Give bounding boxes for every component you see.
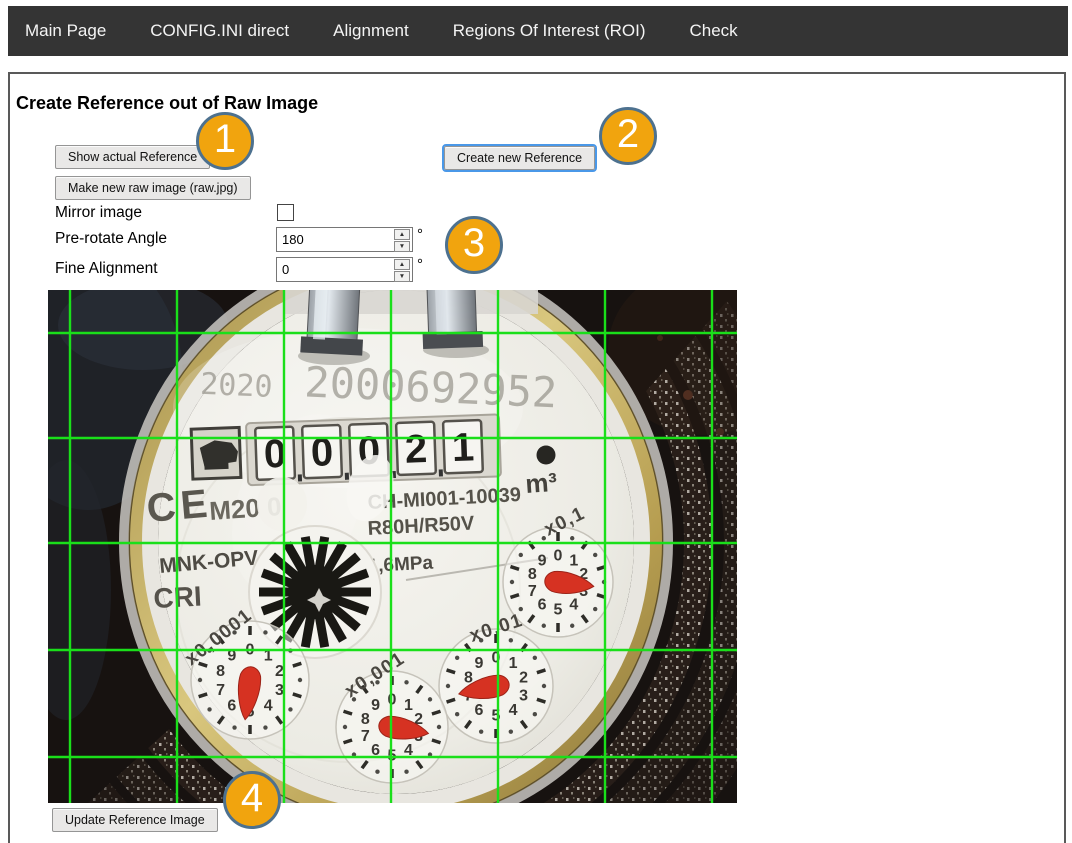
svg-text:3: 3 bbox=[275, 682, 284, 699]
nav-item-main-page[interactable]: Main Page bbox=[25, 21, 106, 41]
svg-text:1: 1 bbox=[509, 655, 518, 672]
svg-text:7: 7 bbox=[216, 682, 225, 699]
nav-item-alignment[interactable]: Alignment bbox=[333, 21, 409, 41]
fine-alignment-value: 0 bbox=[282, 262, 289, 277]
fine-alignment-degree-symbol: ° bbox=[417, 256, 423, 273]
svg-text:8: 8 bbox=[216, 663, 225, 680]
odometer-digit: 1 bbox=[451, 425, 475, 470]
callout-4: 4 bbox=[223, 771, 281, 829]
unit-label: m³ bbox=[524, 467, 558, 499]
prerotate-angle-label: Pre-rotate Angle bbox=[55, 230, 167, 248]
svg-text:2: 2 bbox=[275, 663, 284, 680]
spin-down-icon[interactable]: ▼ bbox=[394, 271, 410, 282]
water-meter-photo: 2020 2000692952 0 0 0 2 1 m³ CE M20 0 bbox=[48, 290, 737, 803]
svg-text:5: 5 bbox=[554, 602, 563, 619]
callout-2: 2 bbox=[599, 107, 657, 165]
callout-1: 1 bbox=[196, 112, 254, 170]
svg-text:7: 7 bbox=[361, 728, 370, 745]
spin-up-icon[interactable]: ▲ bbox=[394, 259, 410, 270]
prerotate-spinner: ▲ ▼ bbox=[394, 229, 410, 250]
spin-up-icon[interactable]: ▲ bbox=[394, 229, 410, 240]
svg-text:6: 6 bbox=[538, 596, 547, 613]
reference-image: 2020 2000692952 0 0 0 2 1 m³ CE M20 0 bbox=[48, 290, 737, 803]
svg-text:7: 7 bbox=[528, 583, 537, 600]
mirror-image-label: Mirror image bbox=[55, 204, 142, 222]
fine-alignment-spinner: ▲ ▼ bbox=[394, 259, 410, 280]
prerotate-angle-value: 180 bbox=[282, 232, 304, 247]
svg-text:1: 1 bbox=[569, 553, 578, 570]
svg-text:2020: 2020 bbox=[200, 367, 274, 405]
tap-icon bbox=[191, 427, 241, 479]
svg-text:1: 1 bbox=[404, 697, 413, 714]
update-reference-image-button[interactable]: Update Reference Image bbox=[52, 808, 218, 832]
svg-text:9: 9 bbox=[371, 697, 380, 714]
create-new-reference-button[interactable]: Create new Reference bbox=[444, 146, 595, 170]
nav-item-config-ini[interactable]: CONFIG.INI direct bbox=[150, 21, 289, 41]
svg-text:6: 6 bbox=[475, 702, 484, 719]
svg-text:9: 9 bbox=[538, 553, 547, 570]
svg-text:8: 8 bbox=[361, 711, 370, 728]
show-actual-reference-button[interactable]: Show actual Reference bbox=[55, 145, 210, 169]
svg-text:8: 8 bbox=[528, 566, 537, 583]
prerotate-degree-symbol: ° bbox=[417, 226, 423, 243]
make-new-raw-image-button[interactable]: Make new raw image (raw.jpg) bbox=[55, 176, 251, 200]
odometer-digit: 2 bbox=[404, 427, 428, 472]
prerotate-angle-input[interactable]: 180 ▲ ▼ bbox=[276, 227, 413, 252]
svg-text:4: 4 bbox=[569, 596, 578, 613]
svg-text:2: 2 bbox=[519, 670, 528, 687]
fine-alignment-input[interactable]: 0 ▲ ▼ bbox=[276, 257, 413, 282]
nav-item-check[interactable]: Check bbox=[689, 21, 737, 41]
mirror-image-checkbox[interactable] bbox=[277, 204, 294, 221]
callout-3: 3 bbox=[445, 216, 503, 274]
top-navbar: Main Page CONFIG.INI direct Alignment Re… bbox=[8, 6, 1068, 56]
svg-text:6: 6 bbox=[227, 698, 236, 715]
fine-alignment-label: Fine Alignment bbox=[55, 260, 158, 278]
pulse-dot bbox=[537, 446, 556, 465]
svg-text:3: 3 bbox=[519, 687, 528, 704]
svg-text:CE: CE bbox=[145, 481, 214, 531]
svg-text:4: 4 bbox=[264, 698, 273, 715]
svg-text:9: 9 bbox=[475, 655, 484, 672]
spin-down-icon[interactable]: ▼ bbox=[394, 241, 410, 252]
svg-text:4: 4 bbox=[509, 702, 518, 719]
svg-text:0: 0 bbox=[554, 548, 563, 565]
page-title: Create Reference out of Raw Image bbox=[16, 93, 318, 114]
nav-item-roi[interactable]: Regions Of Interest (ROI) bbox=[453, 21, 646, 41]
